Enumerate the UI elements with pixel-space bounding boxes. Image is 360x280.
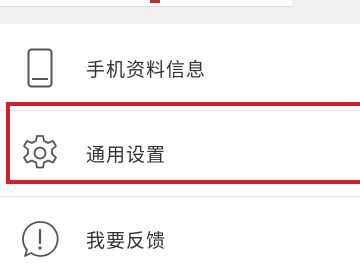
feedback-icon — [20, 217, 60, 261]
menu-item-label: 通用设置 — [86, 143, 167, 166]
menu-item-feedback[interactable]: 我要反馈 — [0, 197, 360, 280]
top-accent — [150, 0, 160, 3]
settings-menu-page: 手机资料信息 通用设置 我要反馈 — [0, 0, 360, 280]
phone-icon — [20, 46, 60, 90]
top-strip — [0, 0, 360, 24]
top-card-edge — [0, 0, 292, 7]
menu-item-label: 我要反馈 — [86, 229, 167, 252]
menu-item-general-settings[interactable]: 通用设置 — [0, 111, 360, 195]
menu-item-phone-info[interactable]: 手机资料信息 — [0, 26, 360, 110]
menu-item-label: 手机资料信息 — [86, 58, 207, 81]
gear-icon — [20, 131, 60, 175]
